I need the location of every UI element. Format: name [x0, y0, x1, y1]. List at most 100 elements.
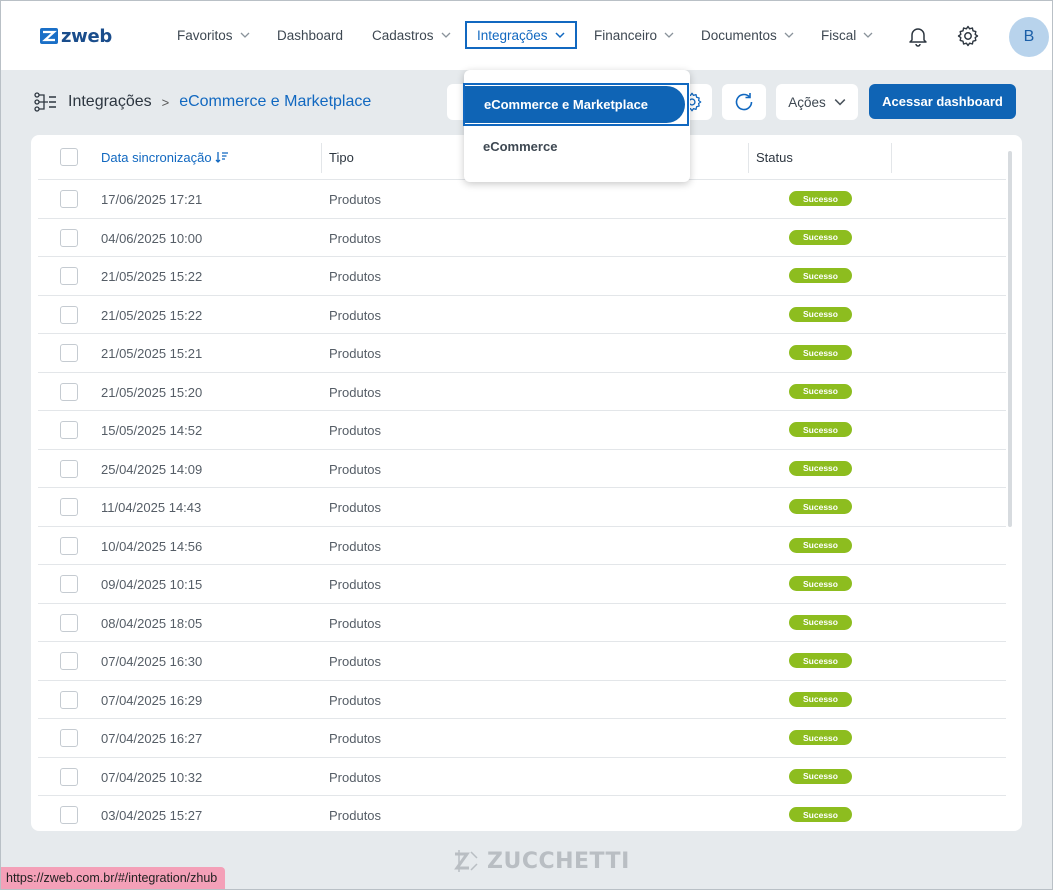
- nav-favoritos[interactable]: Favoritos: [171, 21, 256, 49]
- row-checkbox[interactable]: [60, 344, 78, 362]
- table-row[interactable]: 09/04/2025 10:15 Produtos Sucesso: [38, 565, 1006, 604]
- status-badge: Sucesso: [789, 614, 852, 630]
- row-checkbox[interactable]: [60, 806, 78, 824]
- notifications-button[interactable]: [903, 21, 933, 51]
- table-scrollbar[interactable]: [1008, 151, 1012, 527]
- row-checkbox[interactable]: [60, 498, 78, 516]
- status-badge: Sucesso: [789, 537, 852, 553]
- row-checkbox[interactable]: [60, 690, 78, 709]
- table-row[interactable]: 15/05/2025 14:52 Produtos Sucesso: [38, 411, 1006, 450]
- status-badge: Sucesso: [789, 383, 852, 399]
- row-date: 15/05/2025 14:52: [101, 423, 203, 438]
- table-row[interactable]: 08/04/2025 18:05 Produtos Sucesso: [38, 604, 1006, 642]
- nav-label: Documentos: [701, 27, 777, 43]
- access-dashboard-button[interactable]: Acessar dashboard: [869, 84, 1016, 119]
- nav-integracoes[interactable]: Integrações: [465, 21, 577, 49]
- settings-button[interactable]: [953, 21, 983, 51]
- table-row[interactable]: 21/05/2025 15:20 Produtos Sucesso: [38, 373, 1006, 411]
- row-date: 25/04/2025 14:09: [101, 461, 203, 477]
- chevron-down-icon: [555, 32, 565, 39]
- link-preview-statusbar: https://zweb.com.br/#/integration/zhub: [0, 867, 225, 889]
- row-date: 07/04/2025 16:30: [101, 654, 203, 669]
- column-tipo[interactable]: Tipo: [329, 135, 354, 179]
- sync-table-card: Data sincronização Tipo Status 17/06/202…: [31, 135, 1022, 831]
- status-badge: Sucesso: [789, 306, 852, 322]
- chevron-down-icon: [863, 32, 873, 38]
- actions-dropdown[interactable]: Ações: [776, 84, 858, 120]
- logo-text: zweb: [61, 25, 112, 47]
- row-date: 17/06/2025 17:21: [101, 192, 203, 207]
- row-tipo: Produtos: [329, 654, 382, 669]
- status-badge: Sucesso: [789, 768, 852, 784]
- table-row[interactable]: 07/04/2025 16:30 Produtos Sucesso: [38, 642, 1006, 681]
- column-tipo-label: Tipo: [329, 149, 354, 165]
- column-date-label: Data sincronização: [101, 149, 212, 165]
- table-row[interactable]: 04/06/2025 10:00 Produtos Sucesso: [38, 219, 1006, 257]
- gear-icon: [957, 25, 979, 47]
- status-badge: Sucesso: [789, 499, 852, 514]
- row-checkbox[interactable]: [60, 421, 78, 439]
- row-checkbox[interactable]: [60, 536, 78, 555]
- top-navbar: zweb Favoritos Dashboard Cadastros Integ…: [1, 1, 1052, 70]
- row-tipo: Produtos: [329, 384, 382, 400]
- footer-brand-text: ZUCCHETTI: [487, 848, 630, 874]
- status-badge: Sucesso: [789, 807, 852, 822]
- nav-fiscal[interactable]: Fiscal: [815, 21, 879, 49]
- row-checkbox[interactable]: [60, 228, 78, 247]
- row-checkbox[interactable]: [60, 305, 78, 324]
- row-checkbox[interactable]: [60, 267, 78, 285]
- breadcrumb-separator: >: [161, 94, 170, 110]
- bell-icon: [909, 28, 927, 47]
- user-avatar[interactable]: B: [1009, 17, 1049, 57]
- row-checkbox[interactable]: [60, 652, 78, 670]
- nav-label: Dashboard: [277, 27, 344, 43]
- table-row[interactable]: 03/04/2025 15:27 Produtos Sucesso: [38, 796, 1006, 831]
- row-tipo: Produtos: [329, 423, 382, 438]
- table-row[interactable]: 21/05/2025 15:22 Produtos Sucesso: [38, 296, 1006, 334]
- row-checkbox[interactable]: [60, 575, 78, 593]
- row-checkbox[interactable]: [60, 459, 78, 478]
- table-row[interactable]: 10/04/2025 14:56 Produtos Sucesso: [38, 527, 1006, 565]
- row-date: 04/06/2025 10:00: [101, 230, 203, 246]
- actions-label: Ações: [788, 94, 826, 110]
- nav-label: Favoritos: [177, 27, 233, 43]
- table-row[interactable]: 07/04/2025 16:27 Produtos Sucesso: [38, 719, 1006, 758]
- table-row[interactable]: 25/04/2025 14:09 Produtos Sucesso: [38, 450, 1006, 488]
- row-checkbox[interactable]: [60, 190, 78, 208]
- column-status[interactable]: Status: [756, 135, 793, 179]
- status-badge: Sucesso: [789, 691, 852, 707]
- row-checkbox[interactable]: [60, 613, 78, 632]
- select-all-checkbox[interactable]: [60, 148, 78, 166]
- column-date[interactable]: Data sincronização: [101, 135, 229, 179]
- menu-item-ecommerce[interactable]: eCommerce: [483, 139, 557, 154]
- app-logo[interactable]: zweb: [40, 25, 112, 47]
- nav-dashboard[interactable]: Dashboard: [271, 21, 349, 49]
- row-checkbox[interactable]: [60, 382, 78, 401]
- nav-label: Fiscal: [821, 27, 857, 43]
- nav-documentos[interactable]: Documentos: [695, 21, 800, 49]
- nav-cadastros[interactable]: Cadastros: [366, 21, 457, 49]
- menu-item-ecommerce-marketplace[interactable]: eCommerce e Marketplace: [463, 83, 689, 126]
- row-date: 11/04/2025 14:43: [101, 500, 202, 515]
- row-date: 07/04/2025 10:32: [101, 769, 203, 785]
- refresh-button[interactable]: [722, 84, 766, 120]
- table-row[interactable]: 21/05/2025 15:21 Produtos Sucesso: [38, 334, 1006, 373]
- table-row[interactable]: 21/05/2025 15:22 Produtos Sucesso: [38, 257, 1006, 296]
- row-tipo: Produtos: [329, 461, 382, 477]
- table-row[interactable]: 07/04/2025 16:29 Produtos Sucesso: [38, 681, 1006, 719]
- table-row[interactable]: 17/06/2025 17:21 Produtos Sucesso: [38, 180, 1006, 219]
- chevron-down-icon: [240, 32, 249, 38]
- breadcrumb-root[interactable]: Integrações: [68, 93, 152, 111]
- column-status-label: Status: [756, 149, 793, 165]
- row-tipo: Produtos: [329, 731, 382, 746]
- nav-financeiro[interactable]: Financeiro: [588, 21, 680, 49]
- table-row[interactable]: 11/04/2025 14:43 Produtos Sucesso: [38, 488, 1006, 527]
- nav-label: Cadastros: [372, 27, 434, 43]
- row-checkbox[interactable]: [60, 767, 78, 786]
- chevron-down-icon: [834, 99, 846, 106]
- status-badge: Sucesso: [789, 576, 852, 591]
- row-date: 08/04/2025 18:05: [101, 615, 203, 631]
- breadcrumb-current: eCommerce e Marketplace: [179, 93, 372, 110]
- table-row[interactable]: 07/04/2025 10:32 Produtos Sucesso: [38, 758, 1006, 796]
- row-checkbox[interactable]: [60, 729, 78, 747]
